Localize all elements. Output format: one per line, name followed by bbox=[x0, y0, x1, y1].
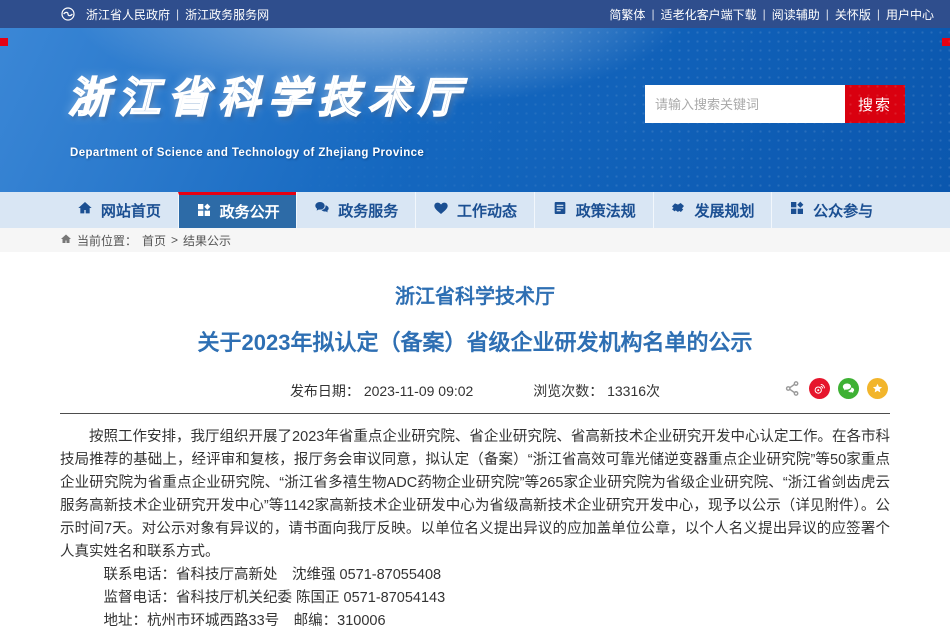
link-simplified-traditional[interactable]: 简繁体 bbox=[609, 6, 645, 23]
views-label: 浏览次数： bbox=[533, 383, 603, 399]
red-decoration-dot bbox=[942, 38, 950, 46]
share-buttons bbox=[784, 378, 888, 399]
article: 浙江省科学技术厅 关于2023年拟认定（备案）省级企业研发机构名单的公示 发布日… bbox=[60, 252, 890, 626]
qzone-share-icon[interactable] bbox=[867, 378, 888, 399]
nav-item-policies[interactable]: 政策法规 bbox=[534, 192, 653, 228]
nav-label: 政务服务 bbox=[338, 200, 398, 221]
views-value: 13316次 bbox=[607, 383, 660, 399]
link-reading-assist[interactable]: 阅读辅助 bbox=[772, 6, 820, 23]
article-body: 按照工作安排，我厅组织开展了2023年省重点企业研究院、省企业研究院、省高新技术… bbox=[60, 426, 890, 564]
weibo-share-icon[interactable] bbox=[809, 378, 830, 399]
site-subtitle: Department of Science and Technology of … bbox=[70, 147, 424, 159]
document-icon bbox=[552, 200, 568, 220]
separator: | bbox=[877, 7, 880, 21]
publish-date-label: 发布日期： bbox=[290, 383, 360, 399]
breadcrumb-separator: > bbox=[171, 233, 178, 247]
red-decoration-dot bbox=[0, 38, 8, 46]
nav-item-work-updates[interactable]: 工作动态 bbox=[415, 192, 534, 228]
link-care-version[interactable]: 关怀版 bbox=[835, 6, 871, 23]
separator: | bbox=[826, 7, 829, 21]
supervision-phone-line: 监督电话：省科技厅机关纪委 陈国正 0571-87054143 bbox=[60, 587, 890, 610]
link-elderly-client-download[interactable]: 适老化客户端下载 bbox=[661, 6, 757, 23]
contact-phone-line: 联系电话：省科技厅高新处 沈维强 0571-87055408 bbox=[60, 564, 890, 587]
home-icon bbox=[60, 233, 72, 248]
nav-item-gov-disclosure[interactable]: 政务公开 bbox=[178, 192, 297, 228]
blocks-icon bbox=[789, 200, 805, 220]
publish-date-value: 2023-11-09 09:02 bbox=[364, 383, 474, 399]
wechat-share-icon[interactable] bbox=[838, 378, 859, 399]
breadcrumb-home-link[interactable]: 首页 bbox=[142, 232, 166, 249]
search-bar: 搜索 bbox=[645, 85, 905, 123]
nav-label: 政务公开 bbox=[220, 201, 280, 222]
nav-item-home[interactable]: 网站首页 bbox=[60, 192, 178, 228]
breadcrumb-prefix: 当前位置： bbox=[77, 232, 137, 249]
main-navigation: 网站首页 政务公开 政务服务 工作动态 政策法规 发展规划 公众参与 bbox=[0, 192, 950, 228]
nav-item-gov-services[interactable]: 政务服务 bbox=[296, 192, 415, 228]
breadcrumb-bar: 当前位置： 首页 > 结果公示 bbox=[0, 228, 950, 252]
link-user-center[interactable]: 用户中心 bbox=[886, 6, 934, 23]
gov-logo-icon bbox=[60, 6, 76, 22]
site-banner: 浙江省科学技术厅 Department of Science and Techn… bbox=[0, 28, 950, 192]
blocks-icon bbox=[196, 202, 212, 222]
topbar-left: 浙江省人民政府 | 浙江政务服务网 bbox=[60, 6, 269, 23]
link-gov-service-site[interactable]: 浙江政务服务网 bbox=[185, 6, 269, 23]
search-input[interactable] bbox=[645, 85, 845, 123]
separator: | bbox=[651, 7, 654, 21]
separator: | bbox=[176, 7, 179, 21]
nav-label: 发展规划 bbox=[694, 200, 754, 221]
nav-label: 网站首页 bbox=[101, 200, 161, 221]
nav-label: 政策法规 bbox=[576, 200, 636, 221]
handshake-icon bbox=[670, 200, 686, 220]
separator: | bbox=[763, 7, 766, 21]
nav-item-development-planning[interactable]: 发展规划 bbox=[653, 192, 772, 228]
home-icon bbox=[77, 200, 93, 220]
share-icon[interactable] bbox=[784, 380, 801, 397]
article-title-line1: 浙江省科学技术厅 bbox=[60, 280, 890, 309]
nav-item-public-participation[interactable]: 公众参与 bbox=[771, 192, 890, 228]
topbar-right: 简繁体 | 适老化客户端下载 | 阅读辅助 | 关怀版 | 用户中心 bbox=[609, 6, 934, 23]
top-utility-bar: 浙江省人民政府 | 浙江政务服务网 简繁体 | 适老化客户端下载 | 阅读辅助 … bbox=[0, 0, 950, 28]
article-title-line2: 关于2023年拟认定（备案）省级企业研发机构名单的公示 bbox=[60, 325, 890, 357]
nav-label: 工作动态 bbox=[457, 200, 517, 221]
address-line: 地址：杭州市环城西路33号 邮编：310006 bbox=[60, 610, 890, 626]
article-meta: 发布日期： 2023-11-09 09:02 浏览次数： 13316次 bbox=[60, 381, 890, 414]
breadcrumb: 当前位置： 首页 > 结果公示 bbox=[60, 228, 890, 252]
heart-icon bbox=[433, 200, 449, 220]
chat-icon bbox=[314, 200, 330, 220]
search-button[interactable]: 搜索 bbox=[845, 85, 905, 123]
link-provincial-government[interactable]: 浙江省人民政府 bbox=[86, 6, 170, 23]
nav-label: 公众参与 bbox=[813, 200, 873, 221]
breadcrumb-current: 结果公示 bbox=[183, 232, 231, 249]
site-title: 浙江省科学技术厅 bbox=[68, 64, 468, 125]
